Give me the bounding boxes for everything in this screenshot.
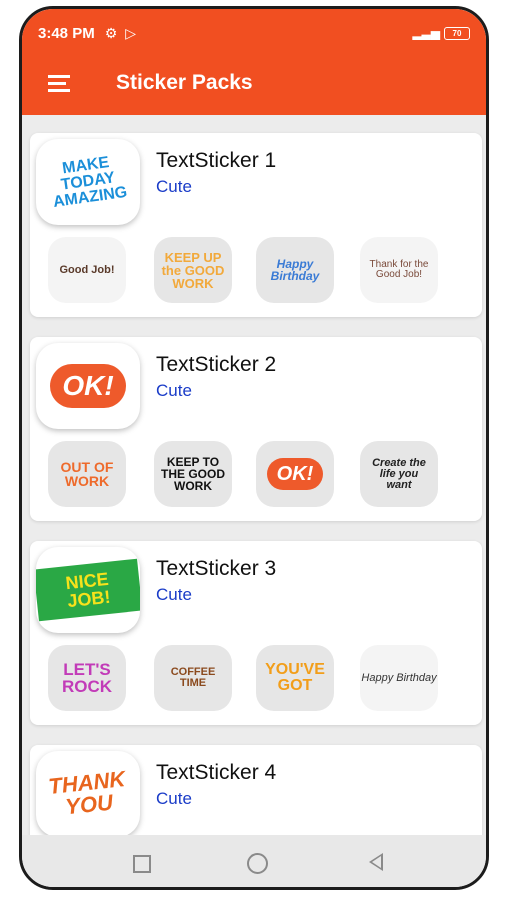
phone-frame: 3:48 PM ⚙ ▷ ▂▃▅ 70 Sticker Packs MAKE TO… — [19, 6, 489, 890]
app-bar: 3:48 PM ⚙ ▷ ▂▃▅ 70 Sticker Packs — [22, 9, 486, 115]
pack-name: TextSticker 3 — [156, 557, 277, 580]
sticker-preview[interactable]: Thank for the Good Job! — [360, 237, 438, 303]
recent-apps-icon[interactable] — [133, 855, 151, 873]
sticker-preview[interactable]: OUT OF WORK — [48, 441, 126, 507]
pack-tray-icon: MAKE TODAY AMAZING — [36, 139, 140, 225]
back-icon[interactable] — [369, 853, 383, 871]
sticker-pack-card[interactable]: NICE JOB! TextSticker 3 Cute LET'S ROCK … — [30, 541, 482, 725]
status-right: ▂▃▅ 70 — [412, 26, 470, 40]
gear-icon: ⚙ — [104, 24, 118, 41]
pack-name: TextSticker 4 — [156, 761, 277, 784]
sticker-pack-card[interactable]: OK! TextSticker 2 Cute OUT OF WORK KEEP … — [30, 337, 482, 521]
status-bar: 3:48 PM ⚙ ▷ ▂▃▅ 70 — [38, 23, 470, 43]
play-icon: ▷ — [125, 24, 137, 41]
pack-tray-icon: NICE JOB! — [36, 547, 140, 633]
status-time: 3:48 PM — [38, 24, 95, 42]
pack-publisher: Cute — [156, 789, 192, 808]
sticker-preview[interactable]: Create the life you want — [360, 441, 438, 507]
sticker-preview[interactable]: COFFEE TIME — [154, 645, 232, 711]
tray-sticker-text: OK! — [50, 364, 126, 408]
home-icon[interactable] — [247, 853, 268, 874]
pack-name: TextSticker 2 — [156, 353, 277, 376]
sticker-preview[interactable]: Happy Birthday — [360, 645, 438, 711]
sticker-pack-card[interactable]: THANK YOU TextSticker 4 Cute — [30, 745, 482, 845]
sticker-preview[interactable]: LET'S ROCK — [48, 645, 126, 711]
menu-icon[interactable] — [48, 75, 74, 95]
tray-sticker-text: NICE JOB! — [36, 558, 140, 622]
page-title: Sticker Packs — [116, 71, 253, 94]
sticker-preview[interactable]: KEEP TO THE GOOD WORK — [154, 441, 232, 507]
sticker-preview[interactable]: Good Job! — [48, 237, 126, 303]
pack-tray-icon: OK! — [36, 343, 140, 429]
pack-tray-icon: THANK YOU — [36, 751, 140, 837]
pack-publisher: Cute — [156, 381, 192, 400]
pack-publisher: Cute — [156, 585, 192, 604]
sticker-preview[interactable]: YOU'VE GOT — [256, 645, 334, 711]
system-nav-bar — [22, 835, 486, 887]
tray-sticker-text: THANK YOU — [47, 766, 127, 820]
tray-sticker-text: MAKE TODAY AMAZING — [52, 153, 129, 211]
battery-icon: 70 — [444, 26, 470, 40]
sticker-preview[interactable]: KEEP UP the GOOD WORK — [154, 237, 232, 303]
sticker-preview[interactable]: Happy Birthday — [256, 237, 334, 303]
sticker-pack-card[interactable]: MAKE TODAY AMAZING TextSticker 1 Cute Go… — [30, 133, 482, 317]
signal-icon: ▂▃▅ — [412, 26, 440, 40]
sticker-pack-list[interactable]: MAKE TODAY AMAZING TextSticker 1 Cute Go… — [22, 115, 486, 845]
sticker-preview[interactable]: OK! — [256, 441, 334, 507]
pack-publisher: Cute — [156, 177, 192, 196]
pack-name: TextSticker 1 — [156, 149, 277, 172]
